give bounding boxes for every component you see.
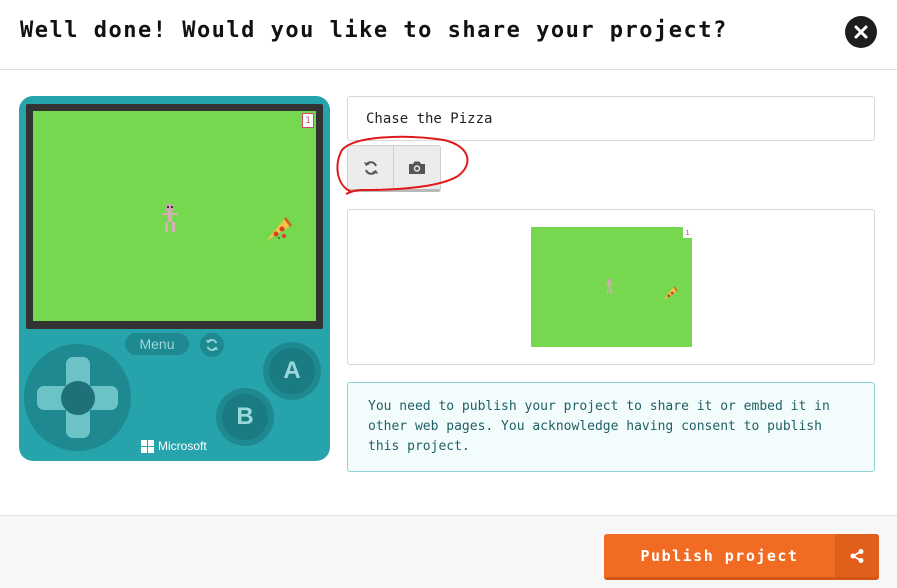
- pizza-sprite: [266, 217, 292, 241]
- game-simulator: 1 Menu A B Microsoft: [19, 96, 330, 461]
- simulator-screen-frame: 1: [26, 104, 323, 329]
- publish-project-label: Publish project: [640, 546, 799, 565]
- dialog-title: Well done! Would you like to share your …: [20, 18, 728, 43]
- windows-icon: [141, 439, 154, 453]
- dpad-center: [61, 381, 95, 415]
- a-button[interactable]: A: [263, 342, 321, 400]
- thumbnail-buttons: [347, 145, 441, 192]
- share-button-part[interactable]: [835, 534, 879, 577]
- refresh-icon: [363, 160, 378, 175]
- close-icon: [854, 25, 868, 39]
- dialog-header: Well done! Would you like to share your …: [0, 0, 897, 70]
- restart-button[interactable]: [200, 333, 224, 357]
- camera-icon: [409, 161, 425, 174]
- player-sprite: [162, 204, 178, 232]
- close-button[interactable]: [845, 16, 877, 48]
- refresh-thumbnail-button[interactable]: [347, 145, 394, 192]
- b-button[interactable]: B: [216, 388, 274, 446]
- thumbnail-player-sprite: [605, 279, 614, 294]
- thumbnail-image: 1: [531, 227, 692, 347]
- dialog-footer: Publish project: [0, 515, 897, 588]
- publish-project-button[interactable]: Publish project: [604, 534, 879, 580]
- b-button-label: B: [222, 394, 268, 440]
- simulator-screen[interactable]: 1: [33, 111, 316, 321]
- dpad[interactable]: [24, 344, 131, 451]
- thumbnail-pizza-sprite: [663, 286, 678, 300]
- share-icon: [850, 548, 864, 563]
- thumbnail-preview: 1: [347, 209, 875, 365]
- refresh-icon: [205, 339, 219, 351]
- brand-label: Microsoft: [158, 439, 207, 453]
- microsoft-logo: Microsoft: [141, 439, 207, 453]
- a-button-label: A: [269, 348, 315, 394]
- publish-info-message: You need to publish your project to shar…: [347, 382, 875, 472]
- score-badge: 1: [302, 113, 314, 128]
- thumbnail-score-badge: 1: [683, 227, 692, 238]
- take-screenshot-button[interactable]: [394, 145, 441, 192]
- menu-button[interactable]: Menu: [125, 333, 189, 355]
- project-name-input[interactable]: [347, 96, 875, 141]
